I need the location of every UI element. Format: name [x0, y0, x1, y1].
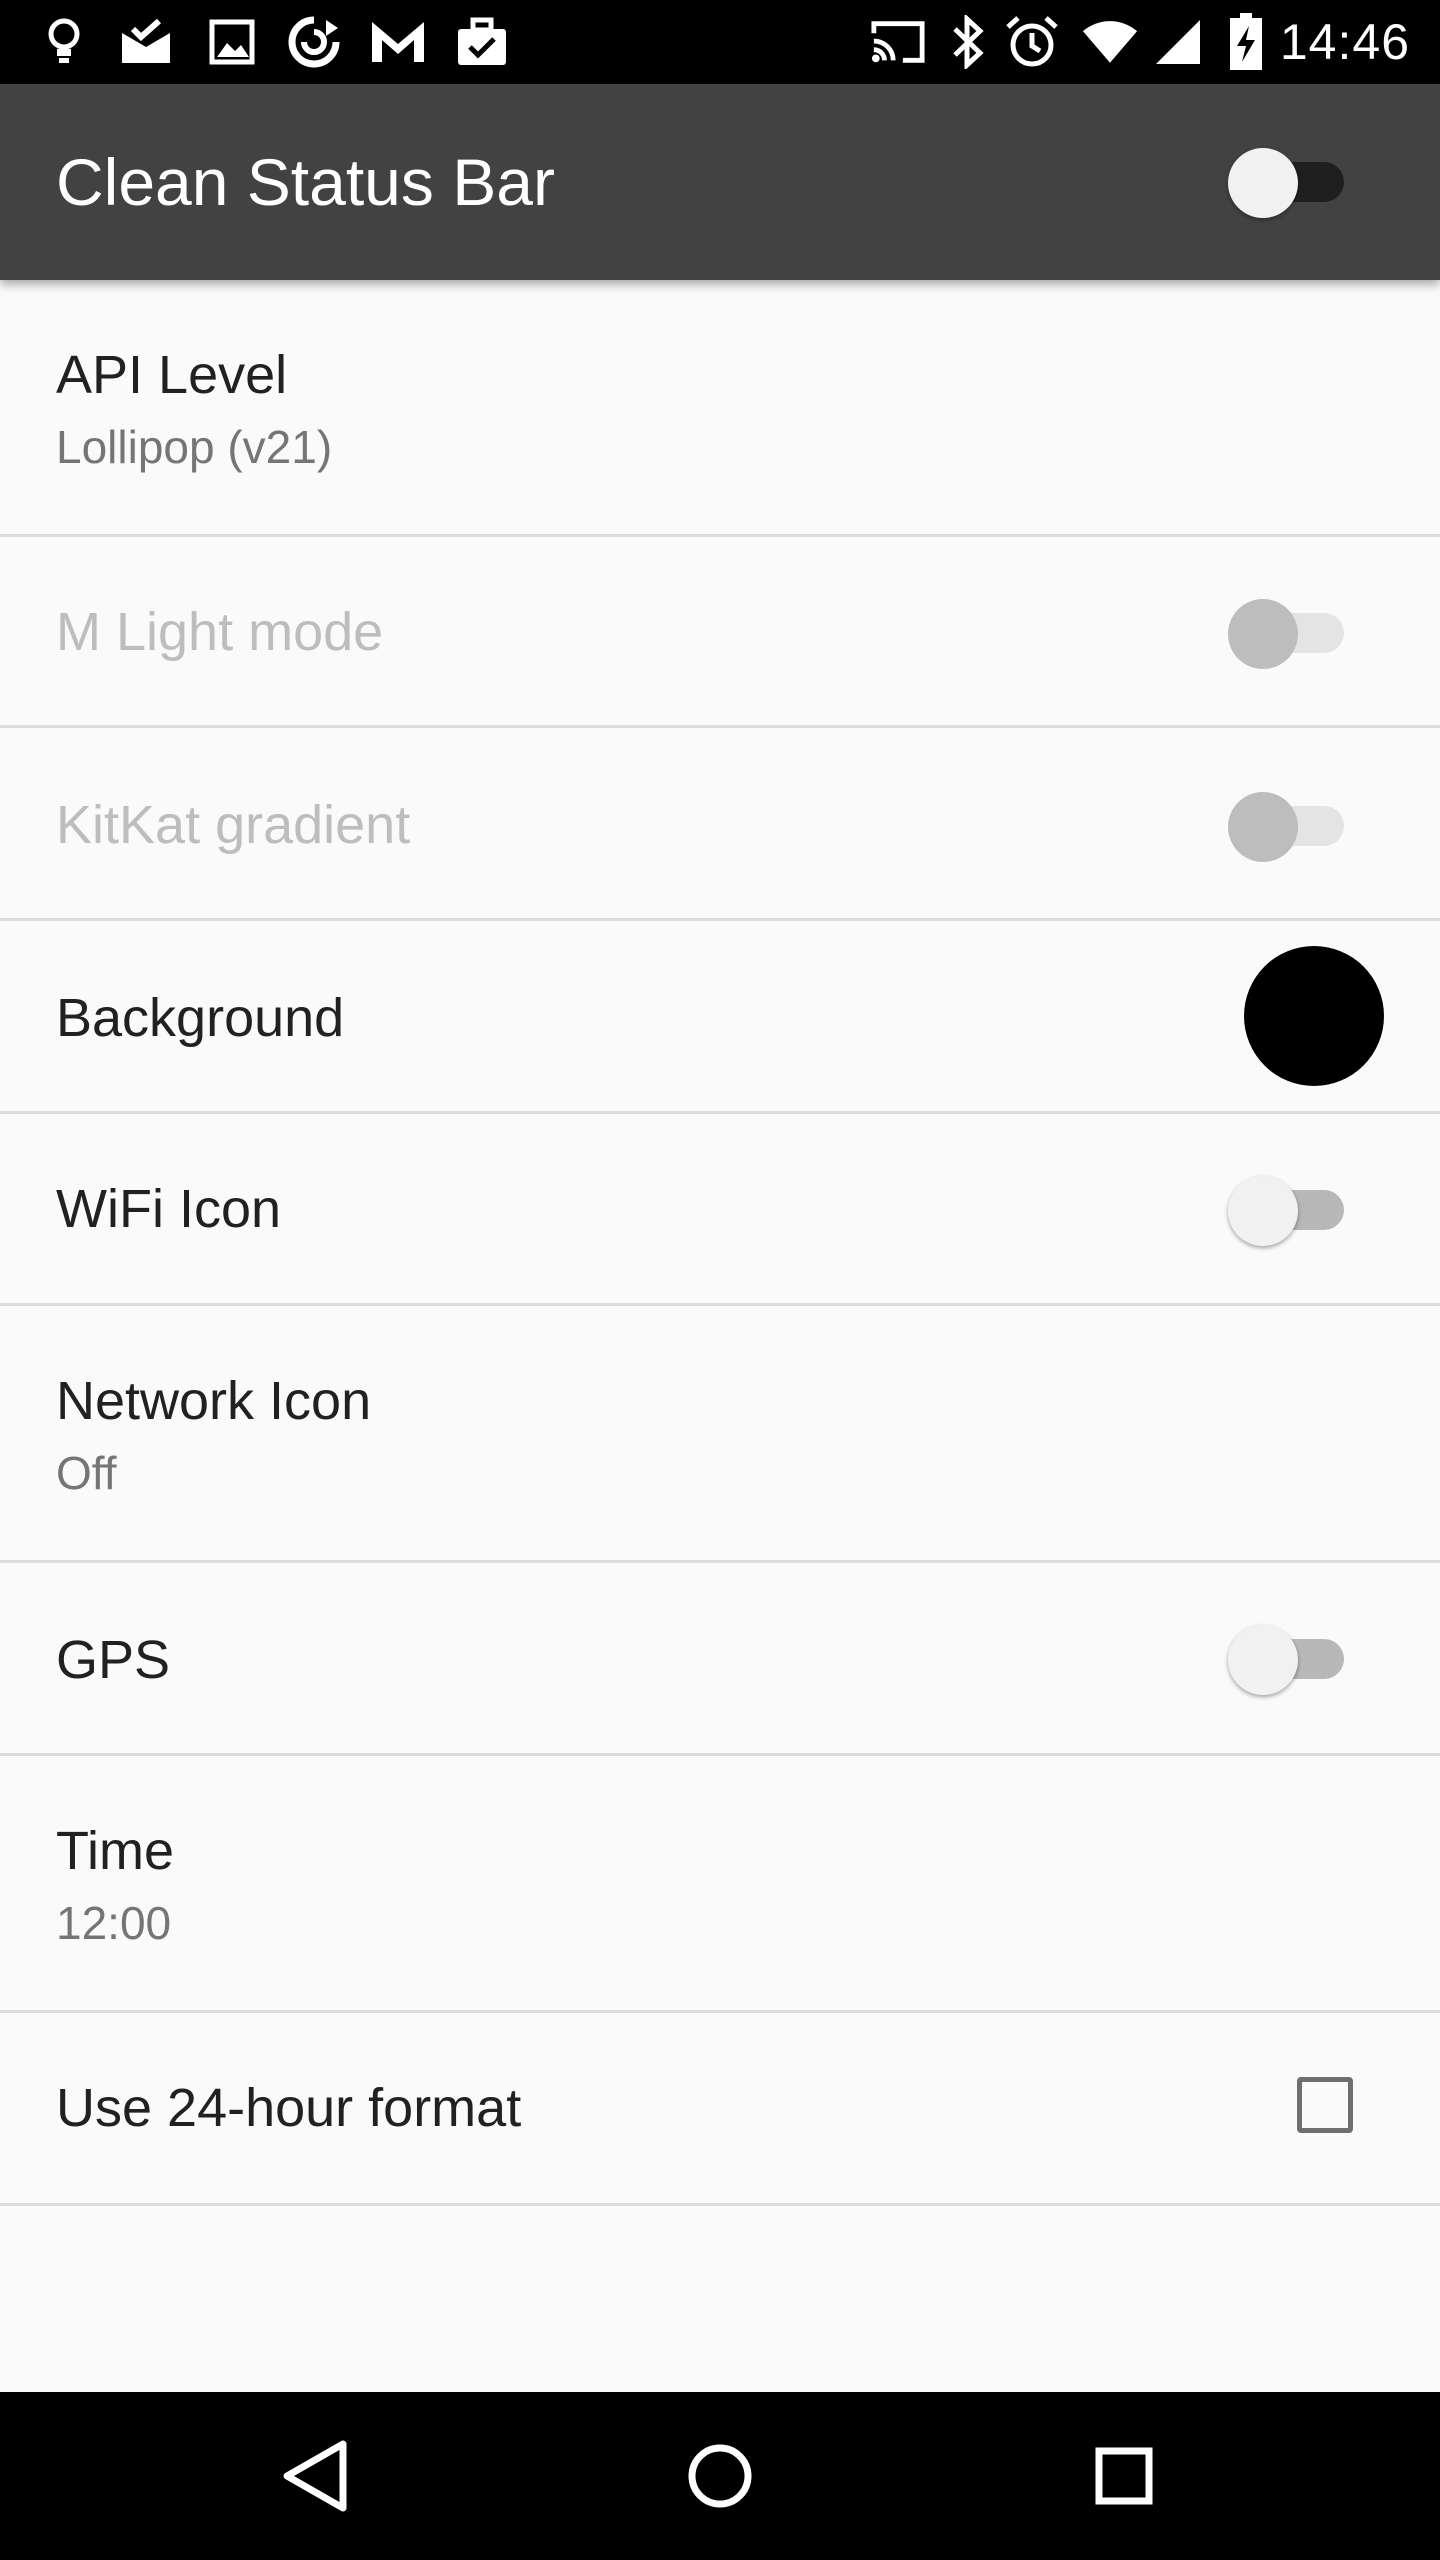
pref-kitkat-gradient: KitKat gradient [0, 728, 1440, 921]
home-circle-icon[interactable] [670, 2426, 770, 2526]
switch-thumb [1228, 148, 1298, 218]
pref-title: API Level [56, 345, 288, 405]
background-color-swatch[interactable] [1244, 946, 1384, 1086]
gps-switch[interactable] [1228, 1619, 1348, 1695]
mail-check-icon [118, 14, 174, 70]
pref-title: WiFi Icon [56, 1179, 282, 1239]
status-bar: 14:46 [0, 0, 1440, 84]
pref-api-level[interactable]: API Level Lollipop (v21) [0, 280, 1440, 537]
pref-title: Use 24-hour format [56, 2078, 522, 2138]
pref-summary: 12:00 [56, 1897, 172, 1949]
pref-wifi-icon[interactable]: WiFi Icon [0, 1114, 1440, 1306]
pref-m-light-mode: M Light mode [0, 537, 1440, 728]
sync-icon [286, 14, 342, 70]
cast-icon [870, 14, 926, 70]
status-time: 14:46 [1279, 14, 1410, 70]
pref-use-24-hour-format[interactable]: Use 24-hour format [0, 2013, 1440, 2206]
master-enable-switch[interactable] [1228, 142, 1348, 218]
back-triangle-icon[interactable] [266, 2426, 366, 2526]
m-light-mode-switch [1228, 593, 1348, 669]
use-24-hour-checkbox[interactable] [1297, 2077, 1353, 2133]
pref-summary: Lollipop (v21) [56, 421, 333, 473]
pref-title: KitKat gradient [56, 795, 411, 855]
lightbulb-icon [36, 14, 92, 70]
pref-network-icon[interactable]: Network Icon Off [0, 1306, 1440, 1563]
app-bar: Clean Status Bar [0, 84, 1440, 280]
pref-time[interactable]: Time 12:00 [0, 1756, 1440, 2013]
switch-thumb [1228, 1176, 1298, 1246]
pref-title: Background [56, 988, 345, 1048]
pref-title: GPS [56, 1630, 171, 1690]
pref-summary: Off [56, 1447, 117, 1499]
recents-square-icon[interactable] [1074, 2426, 1174, 2526]
briefcase-check-icon [454, 14, 510, 70]
navigation-bar [0, 2392, 1440, 2560]
pref-background[interactable]: Background [0, 921, 1440, 1114]
pref-gps[interactable]: GPS [0, 1563, 1440, 1756]
pref-title: Network Icon [56, 1371, 372, 1431]
switch-thumb [1228, 792, 1298, 862]
alarm-icon [1004, 14, 1060, 70]
battery-charging-icon [1218, 13, 1274, 70]
wifi-icon-switch[interactable] [1228, 1170, 1348, 1246]
switch-thumb [1228, 1625, 1298, 1695]
switch-thumb [1228, 599, 1298, 669]
pref-title: Time [56, 1821, 174, 1881]
image-icon [204, 14, 260, 70]
wifi-icon [1082, 14, 1138, 70]
pref-title: M Light mode [56, 602, 384, 662]
bluetooth-icon [940, 14, 996, 70]
app-title: Clean Status Bar [56, 145, 555, 219]
cell-signal-icon [1150, 14, 1206, 70]
gmail-icon [370, 14, 426, 70]
kitkat-gradient-switch [1228, 786, 1348, 862]
